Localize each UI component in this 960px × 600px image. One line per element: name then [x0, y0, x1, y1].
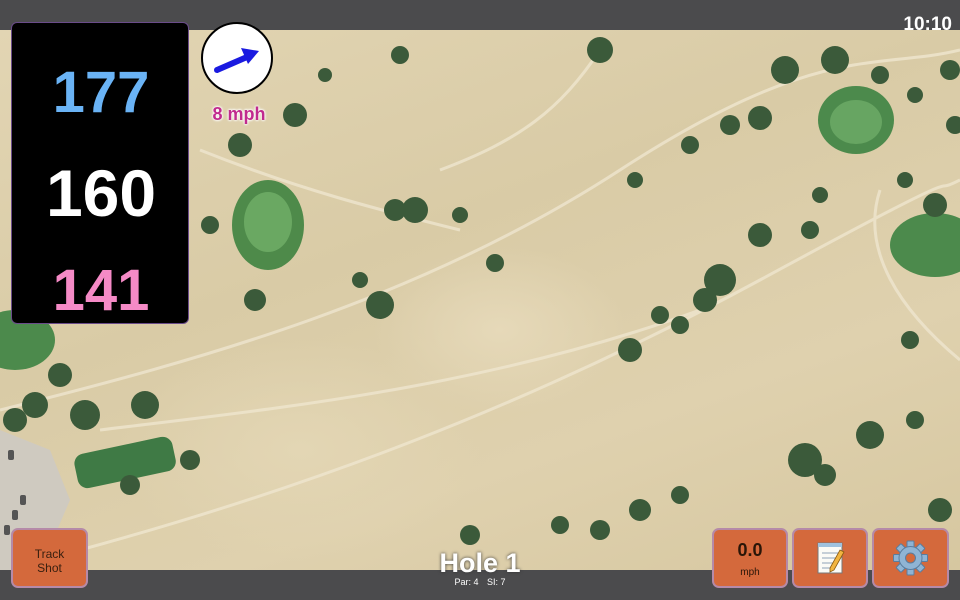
speed-button[interactable]: 0.0 mph — [712, 528, 788, 588]
middle-distance: 160 — [45, 156, 157, 230]
distance-panel: 177 160 141 — [11, 22, 189, 324]
green-left-surface — [244, 192, 292, 252]
green-right-surface — [830, 100, 882, 144]
gear-icon — [893, 540, 928, 576]
hole-title: Hole 1 — [439, 548, 521, 578]
status-clock: 10:10 — [903, 14, 952, 35]
track-shot-label-line1: Track — [34, 547, 65, 561]
settings-button[interactable] — [872, 528, 949, 588]
back-distance: 177 — [52, 60, 150, 125]
hole-info: Par: 4 SI: 7 — [380, 577, 580, 587]
wind-direction-indicator — [201, 22, 273, 94]
hole-par: Par: 4 — [454, 577, 479, 587]
arrow-up-right-icon — [214, 48, 259, 73]
notepad-icon — [817, 542, 845, 574]
front-distance: 141 — [52, 258, 150, 323]
hole-stroke-index: SI: 7 — [487, 577, 506, 587]
speed-unit: mph — [740, 567, 760, 578]
speed-value: 0.0 — [737, 540, 763, 560]
wind-speed-label: 8 mph — [212, 104, 266, 124]
track-shot-label-line2: Shot — [37, 561, 62, 575]
track-shot-button[interactable]: Track Shot — [11, 528, 88, 588]
green-far-right — [890, 213, 960, 277]
notes-button[interactable] — [792, 528, 868, 588]
